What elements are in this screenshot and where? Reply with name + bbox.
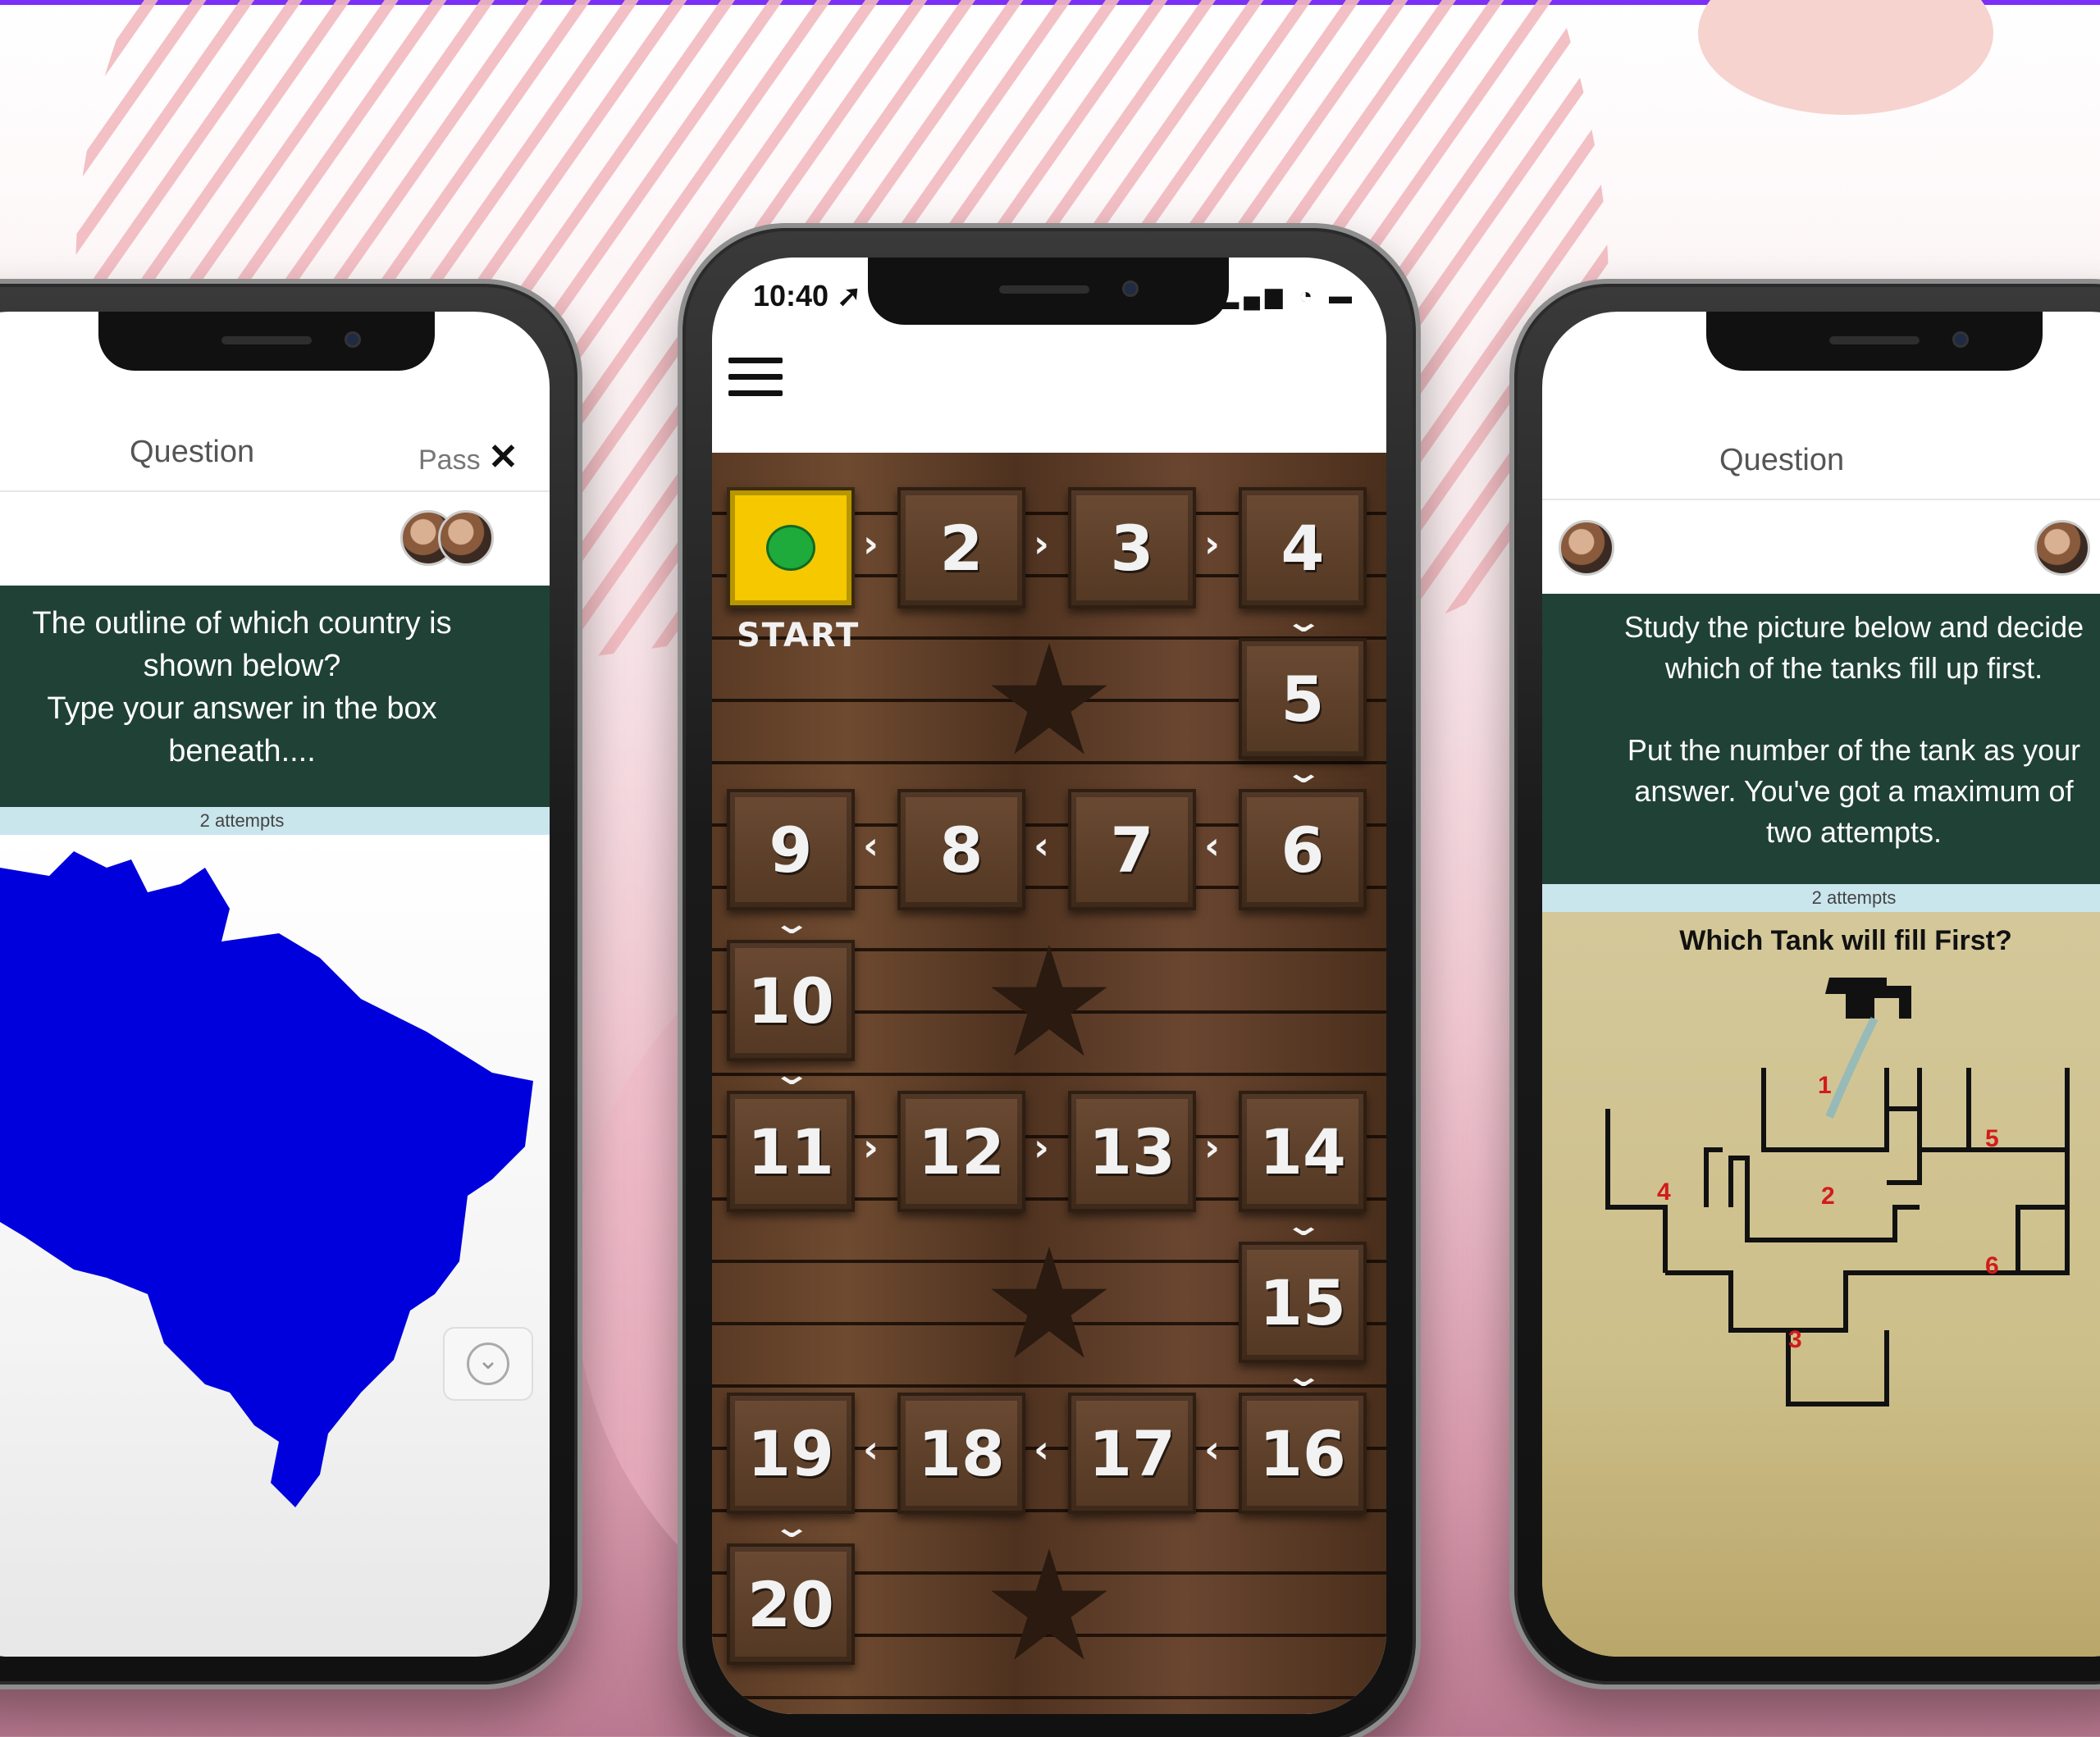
- star-icon: [991, 1247, 1107, 1358]
- arrow-down-icon: ⌄: [1283, 756, 1324, 790]
- arrow-down-icon: ⌄: [771, 1511, 812, 1544]
- level-tile-17[interactable]: 17: [1068, 1393, 1196, 1514]
- scroll-down-button[interactable]: ⌄: [443, 1327, 533, 1401]
- pass-label: Pass: [418, 445, 481, 476]
- opponent-avatar-2: [438, 510, 494, 566]
- question-text-box: Study the picture below and decide which…: [1542, 594, 2100, 884]
- right-phone-screen: Question Study the picture below and dec…: [1542, 312, 2100, 1657]
- players-row: [0, 494, 550, 586]
- opponent-avatar: [2034, 520, 2090, 576]
- right-phone-frame: Question Study the picture below and dec…: [1509, 279, 2100, 1689]
- question-title: Question: [1719, 443, 1845, 477]
- level-tile-18[interactable]: 18: [897, 1393, 1025, 1514]
- chevron-down-icon: ⌄: [467, 1343, 509, 1385]
- question-line: Put the number of the tank as your: [1627, 733, 2081, 767]
- pass-button[interactable]: Pass ✕: [418, 436, 518, 478]
- arrow-right-icon: ›: [1034, 1125, 1049, 1169]
- left-phone-frame: Question Pass ✕ The outline of which cou…: [0, 279, 582, 1689]
- level-tile-6[interactable]: 6: [1239, 789, 1367, 910]
- level-tile-2[interactable]: 2: [897, 487, 1025, 609]
- question-header: Question Pass ✕: [0, 410, 550, 492]
- arrow-left-icon: ‹: [863, 1427, 879, 1471]
- question-image-area: ⌄: [0, 835, 550, 1657]
- tank-label-6: 6: [1985, 1252, 1999, 1279]
- level-tile-15[interactable]: 15: [1239, 1242, 1367, 1363]
- level-tile-9[interactable]: 9: [727, 789, 855, 910]
- status-icons: ▂▄▆ ◔ ▬: [1221, 283, 1357, 308]
- arrow-left-icon: ‹: [1034, 823, 1049, 868]
- menu-icon[interactable]: [728, 358, 783, 397]
- question-header: Question: [1542, 418, 2100, 500]
- level-board: START › 2 › 3 › 4 ⌄ 5 ⌄ 9 ‹ 8 ‹ 7 ‹ 6 ⌄ …: [712, 453, 1386, 1714]
- level-tile-8[interactable]: 8: [897, 789, 1025, 910]
- level-tile-4[interactable]: 4: [1239, 487, 1367, 609]
- player-avatar: [1559, 520, 1614, 576]
- brazil-map-image: [0, 851, 533, 1507]
- middle-phone-notch: [868, 258, 1229, 325]
- level-tile-16[interactable]: 16: [1239, 1393, 1367, 1514]
- tank-diagram: [1605, 978, 2070, 1406]
- question-title: Question: [130, 435, 255, 469]
- players-row: [1542, 502, 2100, 594]
- question-image-area: Which Tank will fill First? 1 2 3 4 5 6: [1542, 912, 2100, 1657]
- level-tile-3[interactable]: 3: [1068, 487, 1196, 609]
- question-line: two attempts.: [1765, 815, 1942, 849]
- question-line: [1542, 689, 2100, 730]
- arrow-left-icon: ‹: [1204, 823, 1220, 868]
- close-icon[interactable]: ✕: [488, 437, 518, 477]
- question-line: beneath....: [168, 734, 316, 768]
- arrow-left-icon: ‹: [1034, 1427, 1049, 1471]
- arrow-down-icon: ⌄: [1283, 1360, 1324, 1393]
- tank-label-5: 5: [1985, 1125, 1999, 1152]
- arrow-down-icon: ⌄: [1283, 605, 1324, 639]
- arrow-right-icon: ›: [863, 1125, 879, 1169]
- question-text-box: The outline of which country is shown be…: [0, 586, 550, 807]
- tank-label-4: 4: [1657, 1179, 1671, 1206]
- level-tile-20[interactable]: 20: [727, 1543, 855, 1665]
- tank-label-1: 1: [1818, 1072, 1832, 1099]
- level-tile-7[interactable]: 7: [1068, 789, 1196, 910]
- level-tile-14[interactable]: 14: [1239, 1091, 1367, 1212]
- level-tile-start[interactable]: [727, 487, 855, 609]
- arrow-left-icon: ‹: [1204, 1427, 1220, 1471]
- arrow-right-icon: ›: [863, 522, 879, 566]
- left-phone-screen: Question Pass ✕ The outline of which cou…: [0, 312, 550, 1657]
- status-time: 10:40 ➚: [753, 279, 862, 312]
- arrow-down-icon: ⌄: [771, 1058, 812, 1092]
- arrow-right-icon: ›: [1204, 1125, 1220, 1169]
- question-line: which of the tanks fill up first.: [1664, 651, 2043, 685]
- level-tile-12[interactable]: 12: [897, 1091, 1025, 1212]
- question-line: shown below?: [143, 649, 341, 683]
- left-phone-notch: [98, 312, 435, 371]
- player-token-icon: [766, 525, 815, 571]
- question-line: Study the picture below and decide: [1623, 610, 2084, 644]
- star-icon: [991, 945, 1107, 1056]
- middle-phone-screen: 10:40 ➚ ▂▄▆ ◔ ▬ START › 2 › 3 › 4 ⌄ 5 ⌄ …: [712, 258, 1386, 1714]
- tank-label-3: 3: [1788, 1326, 1802, 1353]
- right-phone-notch: [1706, 312, 2043, 371]
- image-title: Which Tank will fill First?: [1679, 925, 2012, 956]
- middle-phone-frame: 10:40 ➚ ▂▄▆ ◔ ▬ START › 2 › 3 › 4 ⌄ 5 ⌄ …: [678, 223, 1421, 1737]
- arrow-down-icon: ⌄: [1283, 1209, 1324, 1242]
- attempts-indicator: 2 attempts: [1542, 884, 2100, 912]
- attempts-indicator: 2 attempts: [0, 807, 550, 835]
- start-label: START: [737, 617, 861, 654]
- arrow-right-icon: ›: [1204, 522, 1220, 566]
- arrow-left-icon: ‹: [863, 823, 879, 868]
- level-tile-10[interactable]: 10: [727, 940, 855, 1061]
- question-line: answer. You've got a maximum of: [1634, 774, 2074, 808]
- star-icon: [991, 1548, 1107, 1660]
- question-line: The outline of which country is: [32, 606, 452, 641]
- level-tile-19[interactable]: 19: [727, 1393, 855, 1514]
- level-tile-11[interactable]: 11: [727, 1091, 855, 1212]
- arrow-right-icon: ›: [1034, 522, 1049, 566]
- question-line: Type your answer in the box: [47, 691, 437, 726]
- tank-label-2: 2: [1821, 1183, 1835, 1210]
- level-tile-13[interactable]: 13: [1068, 1091, 1196, 1212]
- star-icon: [991, 643, 1107, 755]
- level-tile-5[interactable]: 5: [1239, 638, 1367, 759]
- arrow-down-icon: ⌄: [771, 907, 812, 941]
